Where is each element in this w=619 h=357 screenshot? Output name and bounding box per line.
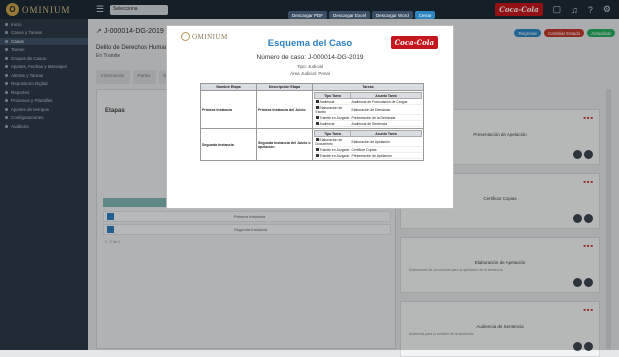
modal-toolbar: Descargar PDF Descargar Excel Descargar Wo… xyxy=(288,11,436,19)
task-check-icon xyxy=(315,100,319,104)
modal-toolbar-button[interactable]: Descargar Excel xyxy=(329,11,371,19)
task-check-icon xyxy=(315,122,319,126)
task-subject: Elaboración de Demanda xyxy=(350,104,422,115)
col-stage-name: Nombre Etapa xyxy=(200,83,257,91)
task-type: Elaboración de Escrito xyxy=(315,105,343,114)
stage-name: Primera Instancia xyxy=(200,90,257,129)
task-check-icon xyxy=(315,148,319,152)
modal-case-area: Área Judicial: Penal xyxy=(290,71,330,76)
col-stage-desc: Descripción Etapa xyxy=(256,83,313,91)
modal-title: Esquema del Caso xyxy=(267,38,353,49)
modal-case-number: Número de caso: J-000014-DG-2019 xyxy=(256,54,364,61)
task-row: Trámite en Juzgado Presentación de Apelac… xyxy=(314,152,422,159)
task-check-icon xyxy=(315,116,319,120)
task-row: Elaboración de Escrito Elaboración de Dem… xyxy=(314,104,422,115)
task-type: Trámite en Juzgado xyxy=(319,147,350,152)
stages-table: Nombre Etapa Descripción Etapa Tareas Pr… xyxy=(200,83,424,161)
modal-case-type: Tipo: Judicial xyxy=(296,64,324,69)
stage-row: Primera Instancia Primera Instancia del J… xyxy=(200,90,424,129)
stage-description: Primera Instancia del Juicio xyxy=(256,90,313,129)
modal-toolbar-button[interactable]: Descargar PDF xyxy=(288,11,328,19)
tasks-table: Tipo Tarea Asunto Tarea Audiencia Audiencia… xyxy=(314,92,422,127)
modal-toolbar-button[interactable]: Descargar Word xyxy=(372,11,413,19)
stage-tasks: Tipo Tarea Asunto Tarea Elaboración de Doc… xyxy=(312,128,424,161)
stage-row: Segunda Instancia Segunda Instancia del J… xyxy=(200,128,424,161)
task-row: Elaboración de Documento Elaboración de A… xyxy=(314,136,422,147)
col-tasks: Tareas xyxy=(312,83,424,91)
task-subject: Presentación de Apelación xyxy=(350,152,422,159)
task-type: Trámite en Juzgado xyxy=(319,153,350,158)
task-row: Audiencia Audiencia de Sentencia xyxy=(314,120,422,127)
task-type: Trámite en Juzgado xyxy=(319,115,350,120)
task-type: Elaboración de Documento xyxy=(315,137,343,146)
task-subject: Audiencia de Sentencia xyxy=(350,120,422,127)
case-schema-modal: OMINIUM Coca-Cola Esquema del Caso Númer… xyxy=(166,25,454,209)
stage-tasks: Tipo Tarea Asunto Tarea Audiencia Audiencia… xyxy=(312,90,424,129)
stage-description: Segunda Instancia del Juicio o apelación xyxy=(256,128,313,161)
task-check-icon xyxy=(315,154,319,158)
task-type: Audiencia xyxy=(319,121,335,126)
stage-name: Segunda Instancia xyxy=(200,128,257,161)
tasks-table: Tipo Tarea Asunto Tarea Elaboración de Doc… xyxy=(314,130,422,159)
task-type: Audiencia xyxy=(319,99,335,104)
modal-toolbar-button[interactable]: Cerrar xyxy=(414,11,436,19)
task-subject: Elaboración de Apelación xyxy=(350,136,422,147)
